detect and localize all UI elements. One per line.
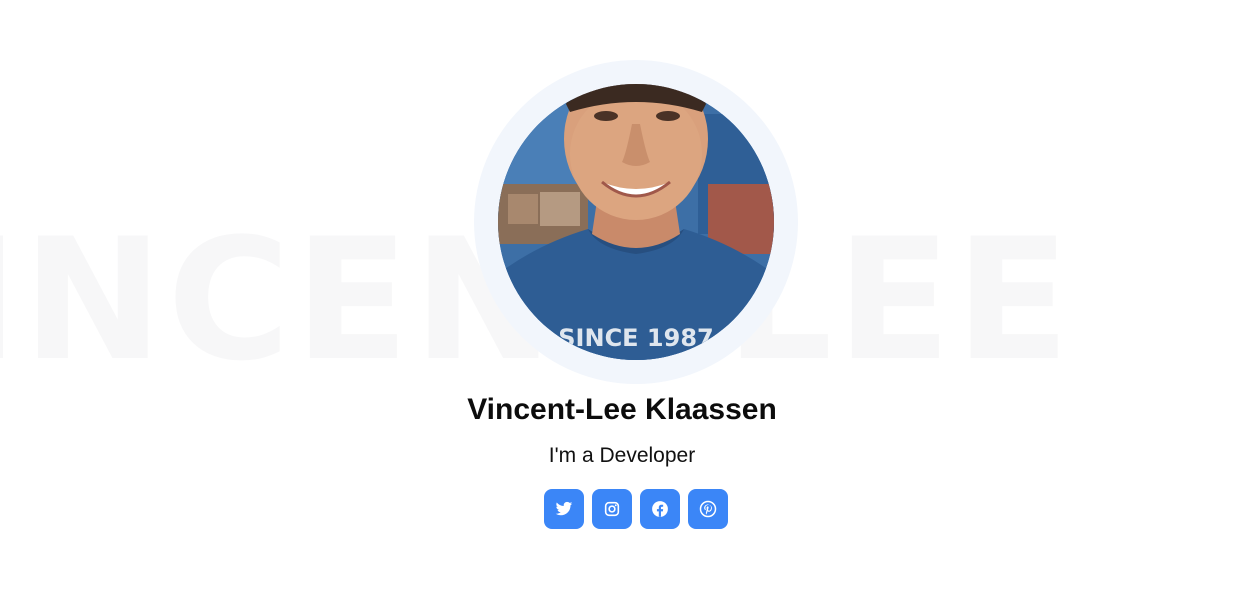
twitter-icon: [555, 501, 573, 516]
twitter-button[interactable]: [544, 489, 584, 529]
hero-section: VINCENT-LEE: [0, 0, 1244, 607]
avatar: SINCE 1987: [498, 84, 774, 360]
avatar-photo: SINCE 1987: [498, 84, 774, 360]
avatar-ring: SINCE 1987: [474, 60, 798, 384]
pinterest-icon: [699, 500, 717, 518]
social-links: [544, 489, 728, 529]
profile-role: I'm a Developer: [548, 444, 696, 467]
shirt-text: SINCE 1987: [558, 324, 713, 352]
facebook-icon: [652, 501, 668, 517]
facebook-button[interactable]: [640, 489, 680, 529]
profile-name: Vincent-Lee Klaassen: [467, 393, 777, 426]
instagram-button[interactable]: [592, 489, 632, 529]
instagram-icon: [604, 501, 620, 517]
pinterest-button[interactable]: [688, 489, 728, 529]
